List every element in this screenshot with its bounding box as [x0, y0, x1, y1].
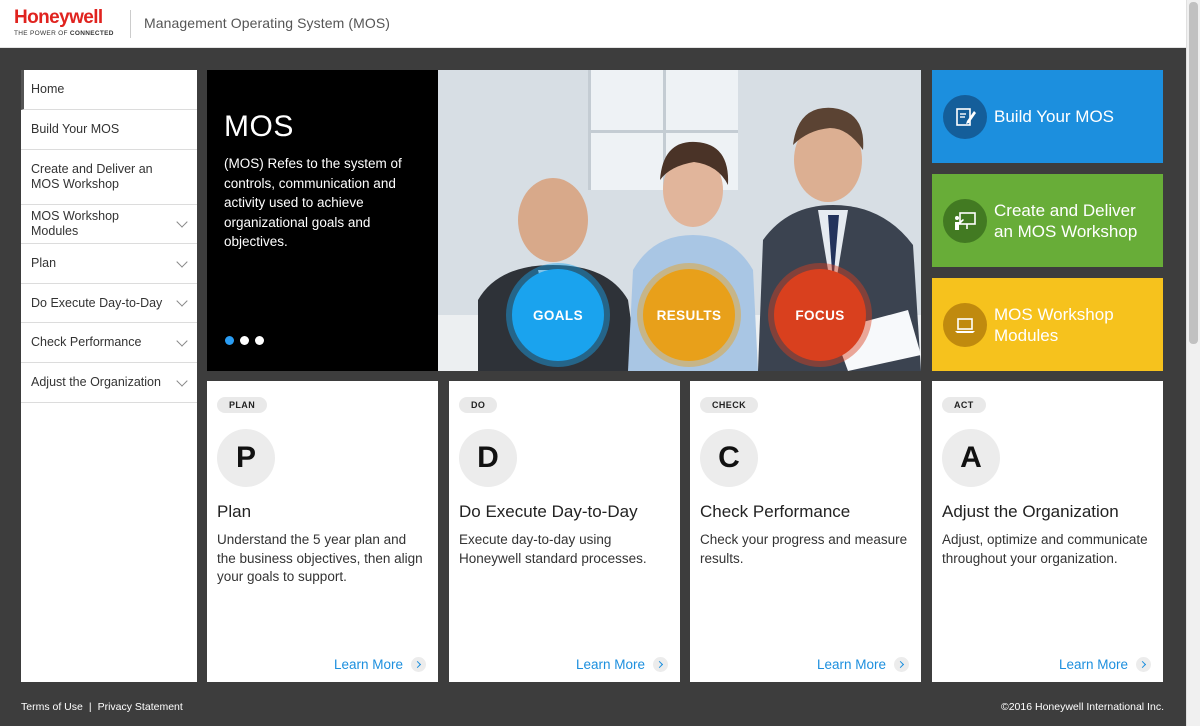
presentation-board-icon — [943, 198, 987, 243]
carousel-dot-2[interactable] — [240, 336, 249, 345]
pdca-card-act: ACT A Adjust the Organization Adjust, op… — [932, 381, 1163, 682]
learn-more-label: Learn More — [575, 657, 645, 672]
sidebar-item-build-your-mos[interactable]: Build Your MOS — [21, 110, 197, 150]
card-heading: Plan — [217, 502, 252, 521]
sidebar-item-label: Do Execute Day-to-Day — [31, 295, 163, 310]
hero-description: (MOS) Refes to the system of controls, c… — [224, 156, 402, 249]
edit-document-icon — [943, 94, 987, 139]
card-body: Execute day-to-day using Honeywell stand… — [459, 532, 647, 566]
sidebar-item-adjust-organization[interactable]: Adjust the Organization — [21, 363, 197, 403]
card-body: Adjust, optimize and communicate through… — [942, 532, 1148, 566]
sidebar-item-label: Build Your MOS — [31, 122, 120, 136]
terms-of-use-link[interactable]: Terms of Use — [21, 701, 83, 713]
card-heading: Check Performance — [700, 502, 851, 521]
pdca-card-plan: PLAN P Plan Understand the 5 year plan a… — [207, 381, 438, 682]
learn-more-label: Learn More — [816, 657, 886, 672]
carousel-dot-1[interactable] — [225, 336, 234, 345]
learn-more-link[interactable]: Learn More — [1059, 657, 1151, 672]
card-badge: DO — [459, 397, 498, 413]
sidebar-item-create-deliver-workshop[interactable]: Create and Deliver an MOS Workshop — [21, 150, 197, 205]
tile-create-deliver-workshop[interactable]: Create and Deliver an MOS Workshop — [932, 174, 1163, 267]
sidebar-item-check-performance[interactable]: Check Performance — [21, 323, 197, 363]
copyright-text: ©2016 Honeywell International Inc. — [1000, 701, 1164, 713]
sidebar-item-label: Plan — [31, 256, 57, 270]
card-letter-icon: P — [217, 429, 275, 487]
goals-circle[interactable]: GOALS — [512, 269, 604, 361]
chevron-down-icon[interactable] — [176, 374, 188, 387]
hero-carousel: MOS (MOS) Refes to the system of control… — [207, 70, 921, 371]
focus-circle[interactable]: FOCUS — [774, 269, 866, 361]
top-header: Honeywell THE POWER OF CONNECTED Managem… — [0, 0, 1186, 48]
logo-tagline-prefix: THE POWER OF — [14, 30, 68, 37]
card-letter-icon: C — [700, 429, 758, 487]
sidebar-item-home[interactable]: Home — [21, 70, 197, 110]
privacy-statement-link[interactable]: Privacy Statement — [98, 701, 183, 713]
card-badge: ACT — [942, 397, 986, 413]
carousel-dots — [225, 336, 264, 345]
chevron-down-icon[interactable] — [176, 216, 188, 228]
tile-build-your-mos[interactable]: Build Your MOS — [932, 70, 1163, 163]
sidebar-item-workshop-modules[interactable]: MOS Workshop Modules — [21, 205, 197, 244]
laptop-icon — [943, 302, 987, 347]
learn-more-link[interactable]: Learn More — [576, 657, 668, 672]
sidebar-item-do-execute[interactable]: Do Execute Day-to-Day — [21, 284, 197, 323]
tile-label: MOS Workshop Modules — [994, 304, 1114, 345]
card-letter-icon: A — [942, 429, 1000, 487]
sidebar-item-plan[interactable]: Plan — [21, 244, 197, 284]
scrollbar-thumb[interactable] — [1189, 2, 1198, 344]
sidebar-item-label: Adjust the Organization — [31, 375, 161, 389]
tile-workshop-modules[interactable]: MOS Workshop Modules — [932, 278, 1163, 371]
logo-wordmark: Honeywell — [14, 7, 103, 28]
chevron-down-icon[interactable] — [176, 334, 188, 347]
sidebar-item-label: Create and Deliver an MOS Workshop — [31, 162, 153, 191]
chevron-down-icon[interactable] — [176, 255, 188, 268]
card-badge: CHECK — [700, 397, 759, 413]
learn-more-label: Learn More — [1058, 657, 1128, 672]
card-heading: Adjust the Organization — [942, 502, 1119, 521]
learn-more-link[interactable]: Learn More — [817, 657, 909, 672]
pdca-card-do: DO D Do Execute Day-to-Day Execute day-t… — [449, 381, 680, 682]
hero-text-panel: MOS (MOS) Refes to the system of control… — [207, 70, 438, 371]
learn-more-link[interactable]: Learn More — [334, 657, 426, 672]
learn-more-label: Learn More — [333, 657, 403, 672]
chevron-right-icon — [894, 657, 909, 672]
card-letter-icon: D — [459, 429, 517, 487]
tile-label: Create and Deliver an MOS Workshop — [994, 200, 1138, 241]
tile-label: Build Your MOS — [994, 107, 1115, 126]
sidebar-nav: Home Build Your MOS Create and Deliver a… — [21, 70, 197, 682]
sidebar-item-label: Home — [31, 82, 65, 96]
chevron-down-icon[interactable] — [176, 295, 188, 307]
sidebar-item-label: Check Performance — [31, 335, 142, 349]
results-circle[interactable]: RESULTS — [643, 269, 735, 361]
carousel-dot-3[interactable] — [255, 336, 264, 345]
card-badge: PLAN — [217, 397, 268, 413]
card-heading: Do Execute Day-to-Day — [459, 502, 638, 521]
app-title: Management Operating System (MOS) — [144, 15, 391, 31]
footer-separator: | — [88, 701, 92, 713]
logo-tagline: THE POWER OF CONNECTED — [14, 30, 114, 37]
sidebar-item-label: MOS Workshop Modules — [31, 209, 119, 238]
pdca-card-check: CHECK C Check Performance Check your pro… — [690, 381, 921, 682]
page-scrollbar[interactable] — [1186, 0, 1200, 726]
footer-links: Terms of Use | Privacy Statement — [21, 701, 183, 713]
hero-title: MOS — [224, 110, 294, 143]
honeywell-logo[interactable]: Honeywell THE POWER OF CONNECTED — [14, 7, 114, 38]
logo-tagline-bold: CONNECTED — [69, 30, 114, 37]
header-divider — [130, 10, 131, 38]
card-body: Understand the 5 year plan and the busin… — [217, 532, 423, 585]
chevron-right-icon — [653, 657, 668, 672]
hero-photo-meeting: GOALS RESULTS FOCUS — [438, 70, 921, 371]
chevron-right-icon — [411, 657, 426, 672]
card-body: Check your progress and measure results. — [700, 532, 908, 566]
chevron-right-icon — [1136, 657, 1151, 672]
